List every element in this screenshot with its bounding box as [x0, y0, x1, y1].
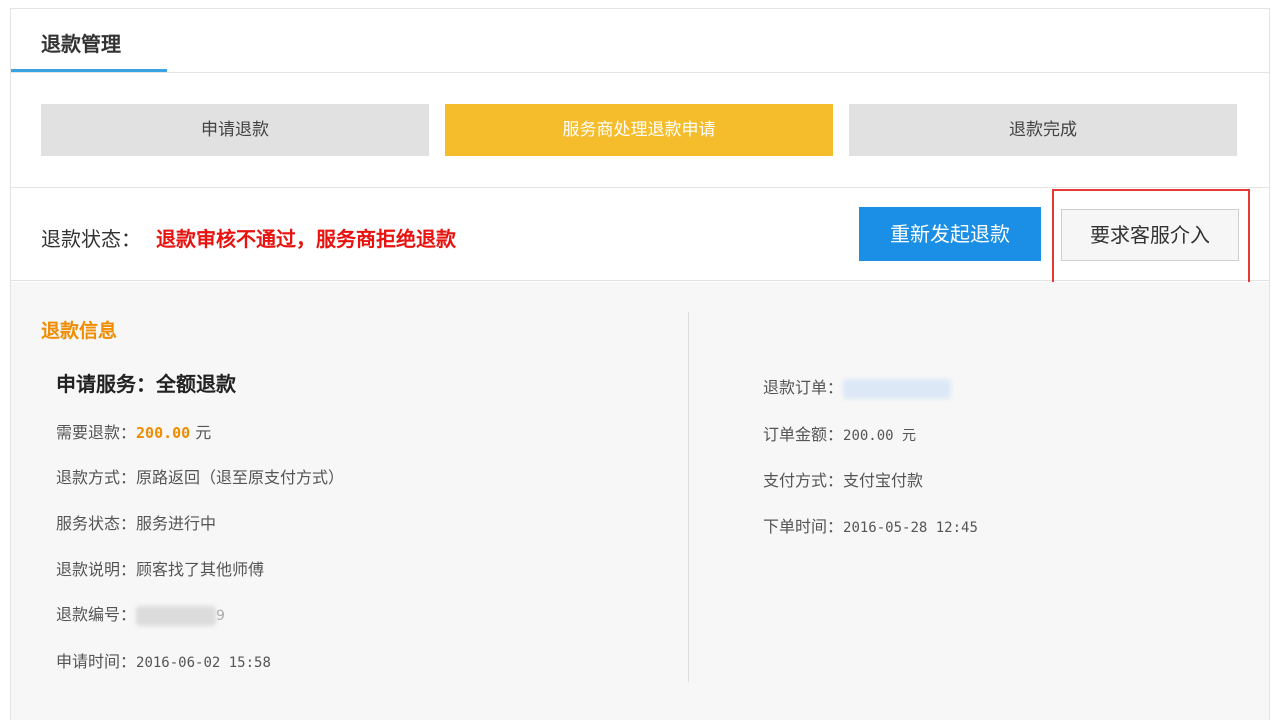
refund-order-row: 退款订单：	[763, 374, 952, 399]
refund-method-value: 原路返回（退至原支付方式）	[136, 468, 345, 487]
refund-note-value: 顾客找了其他师傅	[136, 560, 265, 579]
refund-number-row: 退款编号： 9	[56, 601, 225, 626]
service-type: 申请服务：全额退款	[56, 372, 236, 396]
step-apply-refund: 申请退款	[41, 104, 429, 156]
status-label: 退款状态：	[41, 227, 141, 251]
apply-time-value: 2016-06-02 15:58	[136, 655, 271, 671]
refund-amount-value: 200.00	[136, 424, 191, 442]
refund-amount-unit: 元	[195, 423, 212, 442]
refund-method-row: 退款方式：原路返回（退至原支付方式）	[56, 464, 344, 488]
refund-note-label: 退款说明：	[56, 560, 137, 579]
step-refund-complete: 退款完成	[849, 104, 1237, 156]
order-amount-row: 订单金额：200.00 元	[763, 421, 916, 445]
column-divider	[688, 312, 689, 682]
redacted-order-number	[843, 378, 952, 399]
panel-header: 退款管理	[11, 9, 1269, 73]
refund-number-tail: 9	[216, 608, 225, 624]
service-status-value: 服务进行中	[136, 514, 217, 533]
order-time-row: 下单时间：2016-05-28 12:45	[763, 513, 978, 537]
order-amount-value: 200.00 元	[843, 428, 917, 444]
refund-number-label: 退款编号：	[56, 605, 137, 624]
order-time-value: 2016-05-28 12:45	[843, 520, 978, 536]
refund-method-label: 退款方式：	[56, 468, 137, 487]
step-provider-processing: 服务商处理退款申请	[445, 104, 833, 156]
refund-order-label: 退款订单：	[763, 378, 844, 397]
refund-amount-row: 需要退款：200.00 元	[56, 419, 211, 443]
active-tab-underline	[11, 69, 167, 72]
refund-amount-label: 需要退款：	[56, 423, 137, 442]
refund-status-bar: 退款状态： 退款审核不通过，服务商拒绝退款 重新发起退款 要求客服介入	[11, 189, 1269, 285]
apply-time-label: 申请时间：	[56, 652, 137, 671]
order-time-label: 下单时间：	[763, 517, 844, 536]
restart-refund-button[interactable]: 重新发起退款	[859, 207, 1041, 261]
service-status-row: 服务状态：服务进行中	[56, 510, 216, 534]
pay-method-label: 支付方式：	[763, 471, 844, 490]
page-title[interactable]: 退款管理	[41, 28, 121, 57]
request-support-button[interactable]: 要求客服介入	[1061, 209, 1239, 261]
pay-method-value: 支付宝付款	[843, 471, 924, 490]
order-amount-label: 订单金额：	[763, 425, 844, 444]
refund-note-row: 退款说明：顾客找了其他师傅	[56, 556, 264, 580]
progress-steps: 申请退款 服务商处理退款申请 退款完成	[11, 74, 1269, 188]
redacted-refund-number	[136, 605, 217, 626]
apply-time-row: 申请时间：2016-06-02 15:58	[56, 648, 271, 672]
pay-method-row: 支付方式：支付宝付款	[763, 467, 923, 491]
service-status-label: 服务状态：	[56, 514, 137, 533]
refund-management-panel: 退款管理 申请退款 服务商处理退款申请 退款完成 退款状态： 退款审核不通过，服…	[10, 8, 1270, 720]
info-title: 退款信息	[41, 320, 118, 342]
status-value: 退款审核不通过，服务商拒绝退款	[156, 227, 456, 251]
refund-info-section: 退款信息 申请服务：全额退款 需要退款：200.00 元 退款方式：原路返回（退…	[11, 282, 1269, 720]
